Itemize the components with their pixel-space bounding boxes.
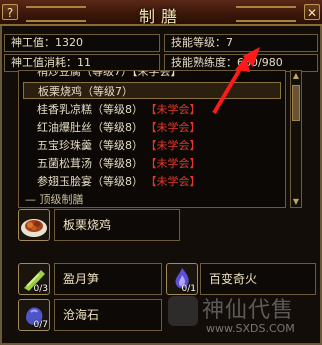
skill-level: 技能等级：7 <box>164 34 318 52</box>
watermark: 神仙代售 www.SXDS.COM <box>168 292 318 342</box>
material-name: 百变奇火 <box>200 263 316 295</box>
recipe-list[interactable]: 稍炒豆腐（等级7）【未学会】 板栗烧鸡（等级7） 桂香乳凉糕（等级8） 【未学会】… <box>18 70 286 208</box>
recipe-item[interactable]: 五宝珍珠羹（等级8） 【未学会】 <box>37 137 201 154</box>
close-button[interactable]: ✕ <box>304 4 320 20</box>
recipe-item-selected[interactable]: 板栗烧鸡（等级7） <box>23 82 281 99</box>
result-row: 板栗烧鸡 <box>18 209 286 243</box>
recipe-item[interactable]: 五菌松茸汤（等级8） 【未学会】 <box>37 155 201 172</box>
dish-icon <box>21 219 47 237</box>
scroll-up-icon[interactable]: ▲ <box>291 71 301 81</box>
material-name: 盈月笋 <box>54 263 162 295</box>
material-count: 0/3 <box>33 284 48 294</box>
material-slot-2[interactable]: 0/1 <box>166 263 198 295</box>
scroll-thumb[interactable] <box>292 85 300 121</box>
watermark-url: www.SXDS.COM <box>206 322 295 335</box>
material-count: 0/7 <box>33 320 48 330</box>
material-name: 沧海石 <box>54 299 162 331</box>
window-title: 制膳 <box>138 7 183 26</box>
material-slot-3[interactable]: 0/7 <box>18 299 50 331</box>
result-slot[interactable] <box>18 209 50 241</box>
material-slot-1[interactable]: 0/3 <box>18 263 50 295</box>
watermark-logo-icon <box>168 296 198 326</box>
section-header-top-cooking[interactable]: — 顶级制膳 <box>25 191 84 207</box>
result-name: 板栗烧鸡 <box>54 209 180 241</box>
watermark-cn: 神仙代售 <box>202 298 295 323</box>
title-bar: ? 制膳 ✕ <box>0 0 322 26</box>
shengong-value: 神工值：1320 <box>4 34 160 52</box>
recipe-item[interactable]: 桂香乳凉糕（等级8） 【未学会】 <box>37 101 201 118</box>
recipe-item[interactable]: 参翅玉脍宴（等级8） 【未学会】 <box>37 173 201 190</box>
recipe-item-partial[interactable]: 稍炒豆腐（等级7）【未学会】 <box>37 71 182 80</box>
recipe-scrollbar[interactable]: ▲ ▼ <box>290 70 302 208</box>
scroll-down-icon[interactable]: ▼ <box>291 197 301 207</box>
recipe-item[interactable]: 红油爆肚丝（等级8） 【未学会】 <box>37 119 201 136</box>
